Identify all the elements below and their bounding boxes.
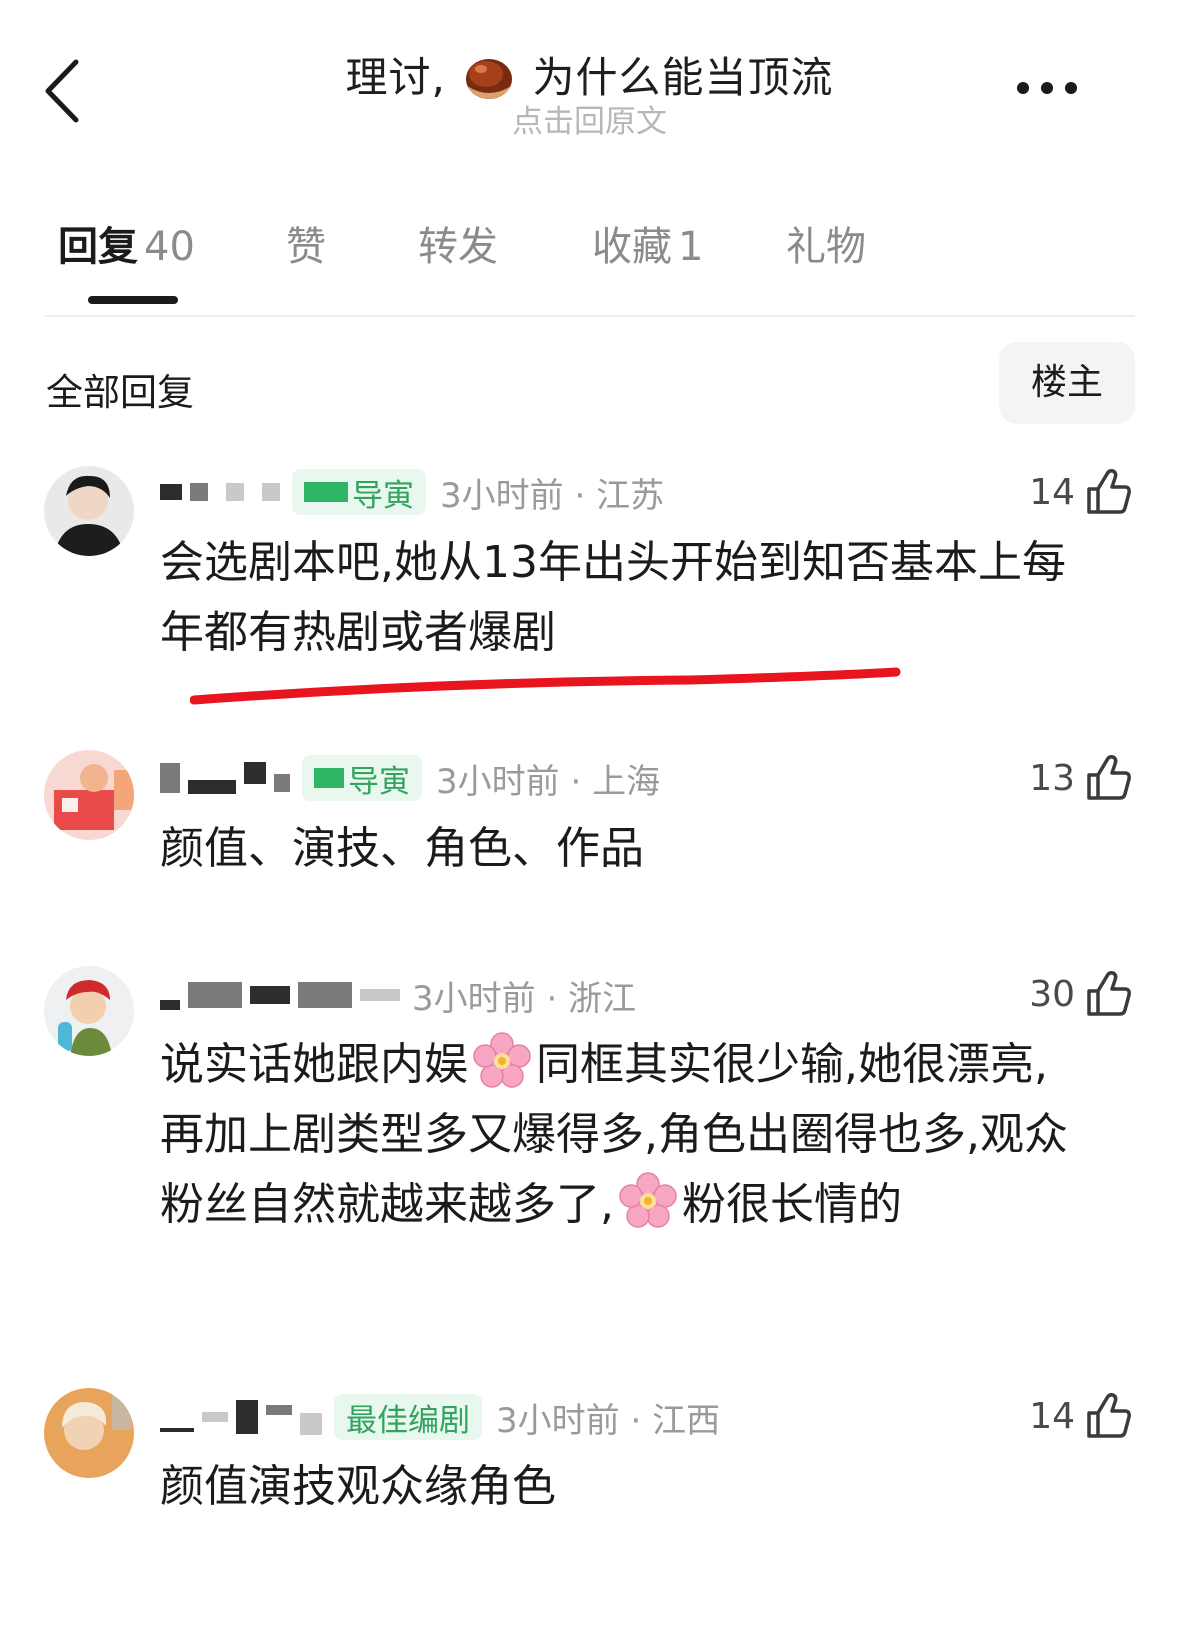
tab-replies-count: 40 (144, 224, 195, 270)
like-count: 30 (1029, 973, 1075, 1015)
comment-time-location: 3小时前 · 浙江 (412, 978, 637, 1019)
all-replies-label: 全部回复 (46, 371, 194, 414)
comment-text: 颜值、演技、角色、作品 (160, 823, 644, 874)
thumbs-up-icon (1087, 755, 1131, 800)
cherry-blossom-icon (473, 1032, 531, 1088)
like-count: 13 (1029, 757, 1075, 799)
comment-text: 会选剧本吧,她从13年出头开始到知否基本上每年都有热剧或者爆剧 (160, 537, 1066, 658)
username-redacted[interactable] (160, 758, 290, 798)
tab-likes[interactable]: 赞 (286, 214, 326, 272)
avatar[interactable] (44, 966, 134, 1056)
comment-time-location: 3小时前 · 江苏 (440, 475, 665, 516)
comment-time-location: 3小时前 · 江西 (496, 1400, 721, 1441)
cherry-blossom-icon (619, 1172, 677, 1228)
back-to-post-link[interactable]: 点击回原文 (0, 96, 1179, 141)
avatar-image (44, 1388, 134, 1478)
active-tab-indicator (88, 296, 178, 304)
comment-meta: 最佳编剧 3小时前 · 江西 (160, 1392, 720, 1442)
post-title-prefix: 理讨, (345, 53, 446, 102)
avatar[interactable] (44, 750, 134, 840)
tab-replies[interactable]: 回复 40 (58, 214, 195, 272)
username-redacted[interactable] (160, 1397, 322, 1437)
thumbs-up-icon (1087, 971, 1131, 1016)
avatar-image (44, 966, 134, 1056)
chestnut-icon (466, 59, 513, 99)
avatar[interactable] (44, 466, 134, 556)
comment-meta: 3小时前 · 浙江 (160, 970, 636, 1020)
comment-meta: 导寅 3小时前 · 江苏 (160, 467, 664, 517)
username-redacted[interactable] (160, 472, 280, 512)
tab-favorites[interactable]: 收藏 1 (592, 214, 703, 272)
username-redacted[interactable] (160, 975, 400, 1015)
user-badge: 导寅 (302, 755, 422, 801)
tabs-divider (44, 315, 1135, 317)
post-title-suffix: 为什么能当顶流 (532, 53, 834, 102)
like-count: 14 (1029, 471, 1075, 513)
red-underline-annotation (190, 667, 901, 705)
comment-text: 说实话她跟内娱 同框其实很少输,她很漂亮,再加上剧类型多又爆得多,角色出圈得也多… (160, 1030, 1087, 1240)
user-badge: 最佳编剧 (334, 1394, 482, 1440)
like-button[interactable]: 30 (1029, 966, 1135, 1022)
like-button[interactable]: 13 (1029, 750, 1135, 806)
thumbs-up-icon (1087, 469, 1131, 514)
tab-bar: 回复 40 赞 转发 收藏 1 礼物 (0, 214, 1179, 274)
more-options-icon[interactable] (1015, 76, 1079, 100)
like-count: 14 (1029, 1395, 1075, 1437)
avatar-image (44, 750, 134, 840)
user-badge: 导寅 (292, 469, 426, 515)
tab-favorites-count: 1 (678, 224, 704, 270)
comment-text: 颜值演技观众缘角色 (160, 1461, 556, 1512)
comment-meta: 导寅 3小时前 · 上海 (160, 753, 660, 803)
comment-time-location: 3小时前 · 上海 (436, 761, 661, 802)
tab-gifts[interactable]: 礼物 (786, 214, 866, 272)
like-button[interactable]: 14 (1029, 464, 1135, 520)
avatar-image (44, 466, 134, 556)
thumbs-up-icon (1087, 1393, 1131, 1438)
tab-reposts[interactable]: 转发 (418, 214, 498, 272)
like-button[interactable]: 14 (1029, 1388, 1135, 1444)
op-only-button[interactable]: 楼主 (999, 342, 1135, 424)
avatar[interactable] (44, 1388, 134, 1478)
